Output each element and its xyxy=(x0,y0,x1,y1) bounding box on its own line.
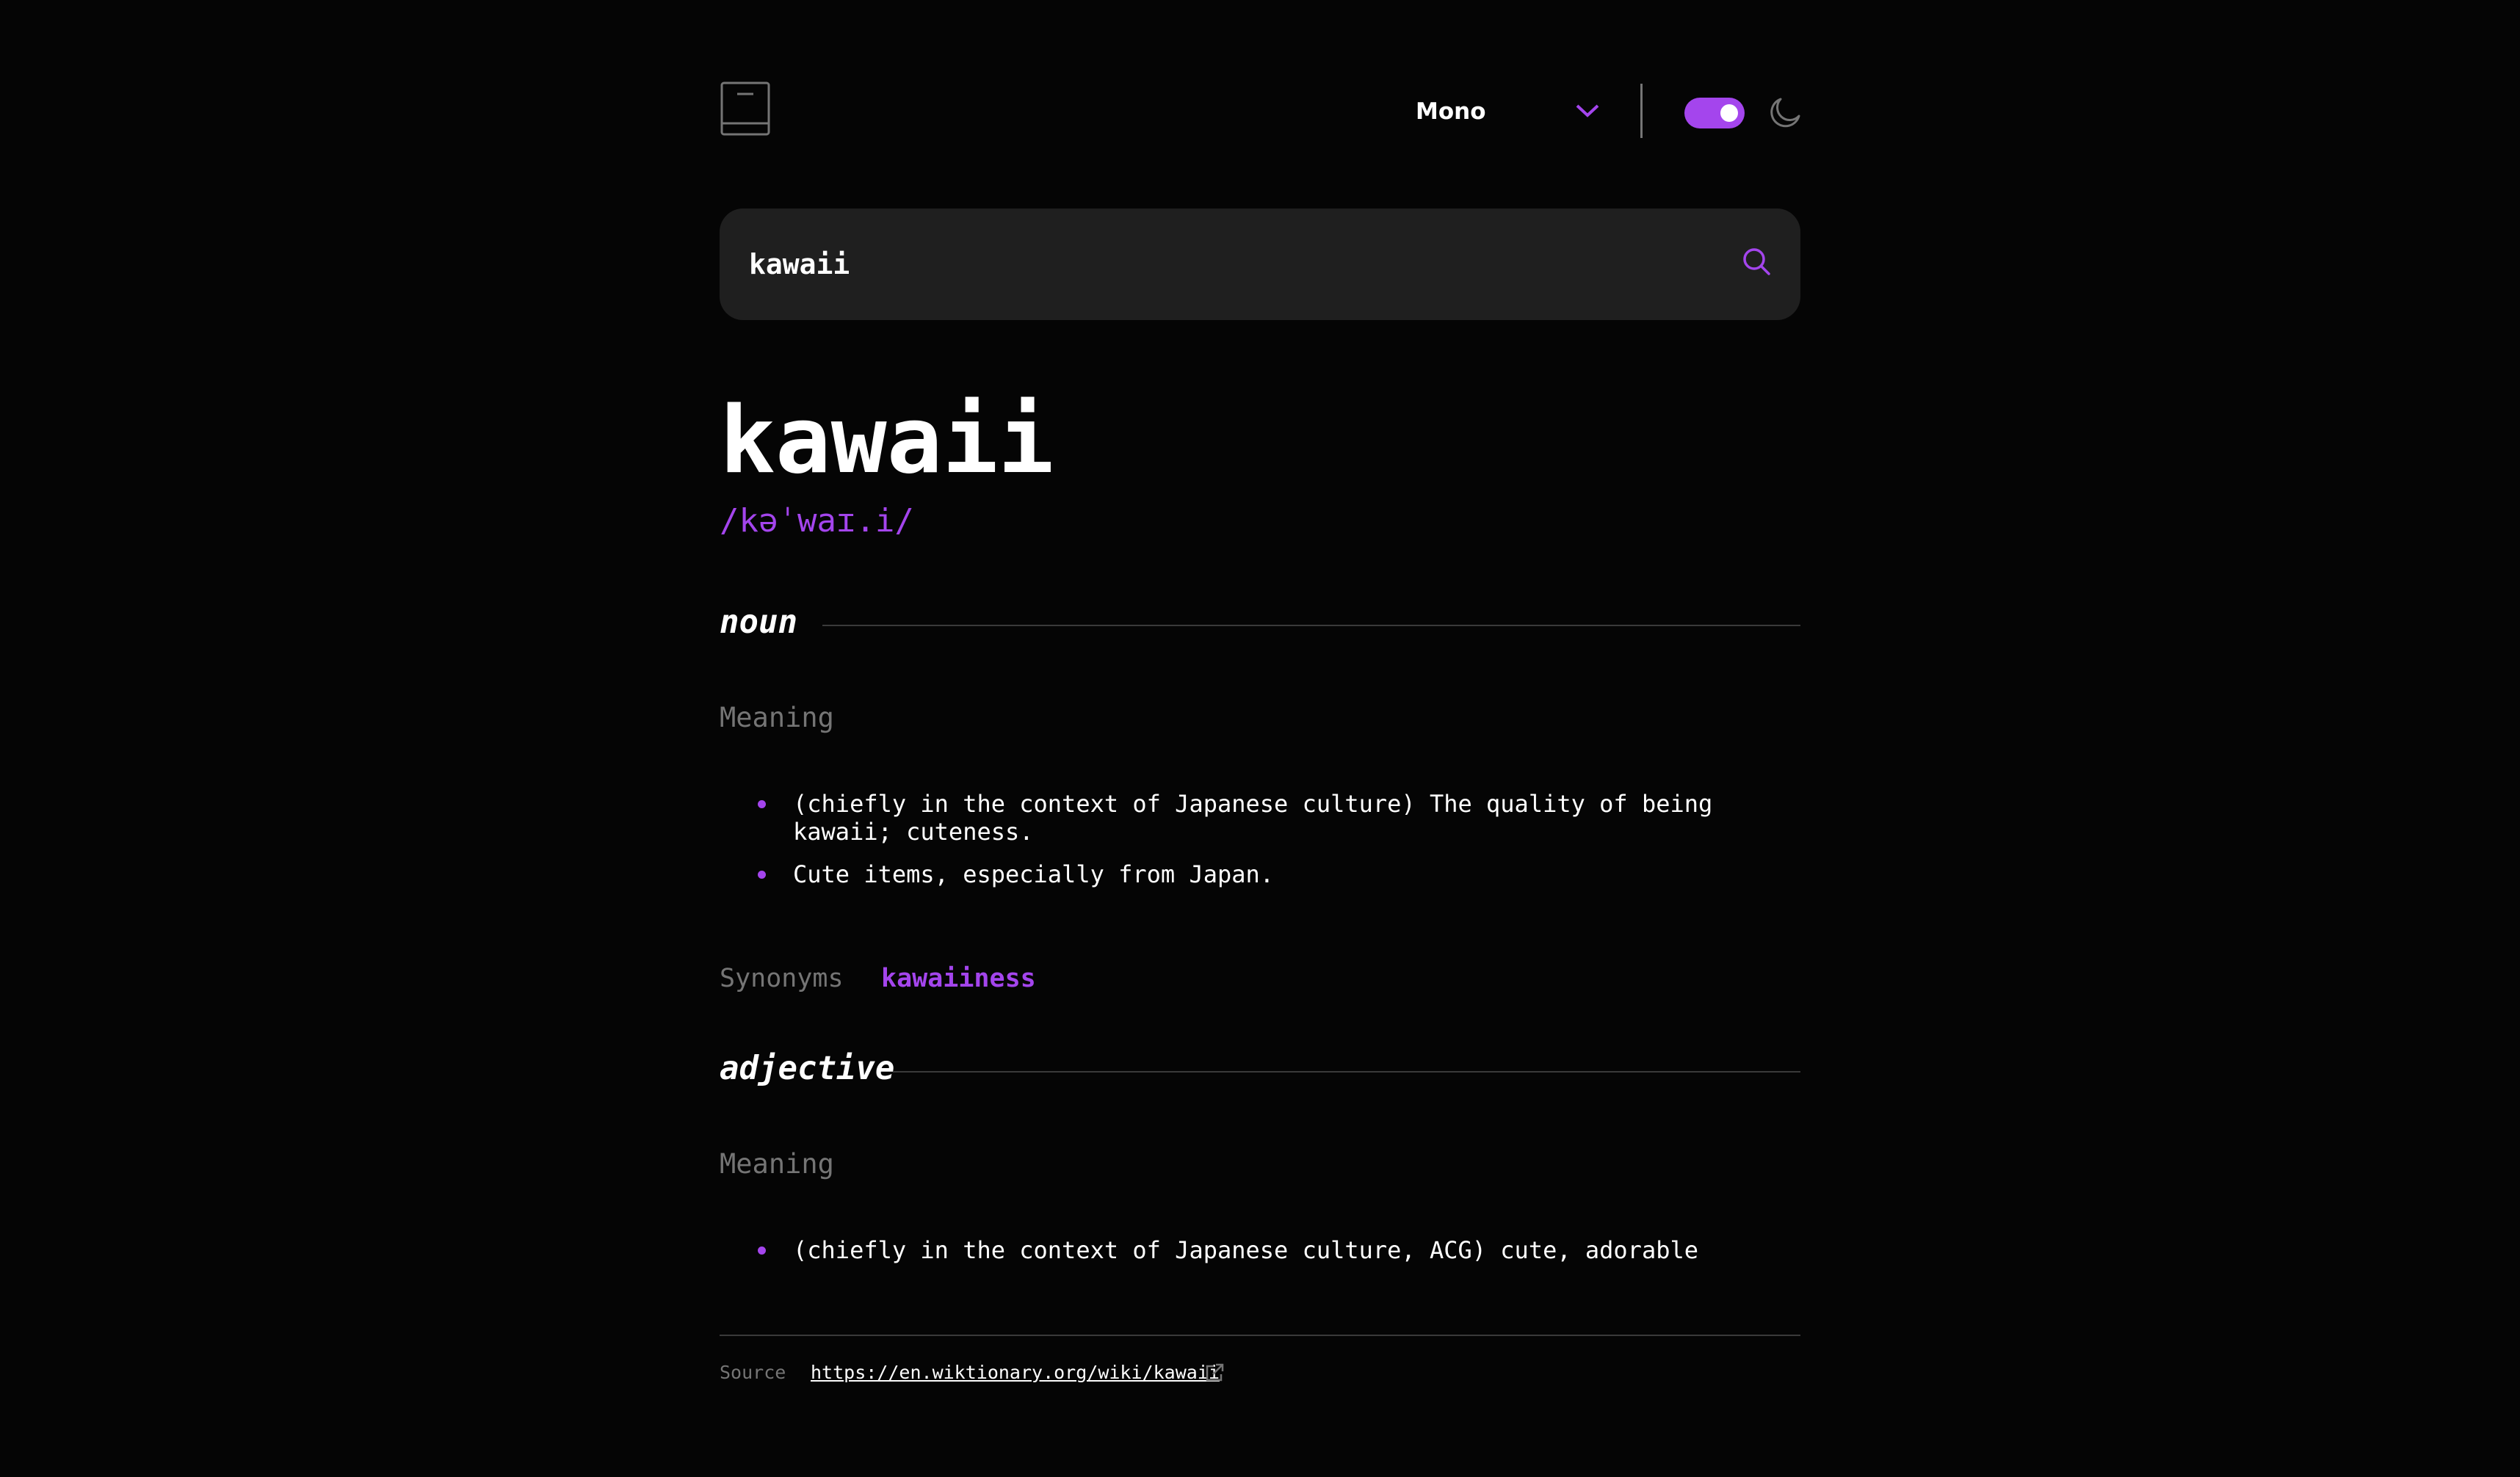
section-divider xyxy=(893,1071,1800,1073)
definition-list: (chiefly in the context of Japanese cult… xyxy=(720,790,1800,903)
meaning-label: Meaning xyxy=(720,702,834,733)
definition-item: (chiefly in the context of Japanese cult… xyxy=(720,790,1800,846)
external-link-icon[interactable] xyxy=(1204,1362,1225,1383)
search-input[interactable] xyxy=(749,208,1703,320)
bullet xyxy=(758,871,766,879)
moon-icon xyxy=(1770,98,1800,128)
part-of-speech-label: noun xyxy=(720,603,797,641)
section-divider xyxy=(822,625,1800,626)
meaning-label: Meaning xyxy=(720,1148,834,1180)
phonetic: /kəˈwaɪ.i/ xyxy=(720,502,914,540)
font-selector-value: Mono xyxy=(1416,98,1486,125)
bullet xyxy=(758,800,766,808)
toggle-knob xyxy=(1720,104,1738,122)
word-title: kawaii xyxy=(720,386,1054,494)
part-of-speech-noun: noun xyxy=(720,600,1800,645)
source-link[interactable]: https://en.wiktionary.org/wiki/kawaii xyxy=(811,1358,1220,1387)
footer-divider xyxy=(720,1335,1800,1336)
definition-text: Cute items, especially from Japan. xyxy=(793,860,1275,888)
source-row: Source https://en.wiktionary.org/wiki/ka… xyxy=(720,1358,1800,1387)
bullet xyxy=(758,1246,766,1255)
synonym-link[interactable]: kawaiiness xyxy=(881,960,1036,997)
search-icon[interactable] xyxy=(1742,247,1771,276)
synonyms-label: Synonyms xyxy=(720,964,844,993)
part-of-speech-label: adjective xyxy=(720,1050,895,1087)
header: Mono xyxy=(720,81,1800,139)
part-of-speech-adjective: adjective xyxy=(720,1047,1800,1091)
search-bar xyxy=(720,208,1800,320)
definition-text: (chiefly in the context of Japanese cult… xyxy=(793,1236,1698,1264)
book-icon[interactable] xyxy=(720,81,771,137)
font-selector[interactable]: Mono xyxy=(1416,95,1601,128)
definition-list: (chiefly in the context of Japanese cult… xyxy=(720,1236,1800,1279)
theme-toggle[interactable] xyxy=(1684,98,1745,128)
definition-text: (chiefly in the context of Japanese cult… xyxy=(793,790,1713,846)
chevron-down-icon xyxy=(1576,104,1599,117)
definition-item: (chiefly in the context of Japanese cult… xyxy=(720,1236,1800,1264)
header-divider xyxy=(1640,84,1643,138)
source-label: Source xyxy=(720,1362,786,1383)
definition-item: Cute items, especially from Japan. xyxy=(720,860,1800,888)
